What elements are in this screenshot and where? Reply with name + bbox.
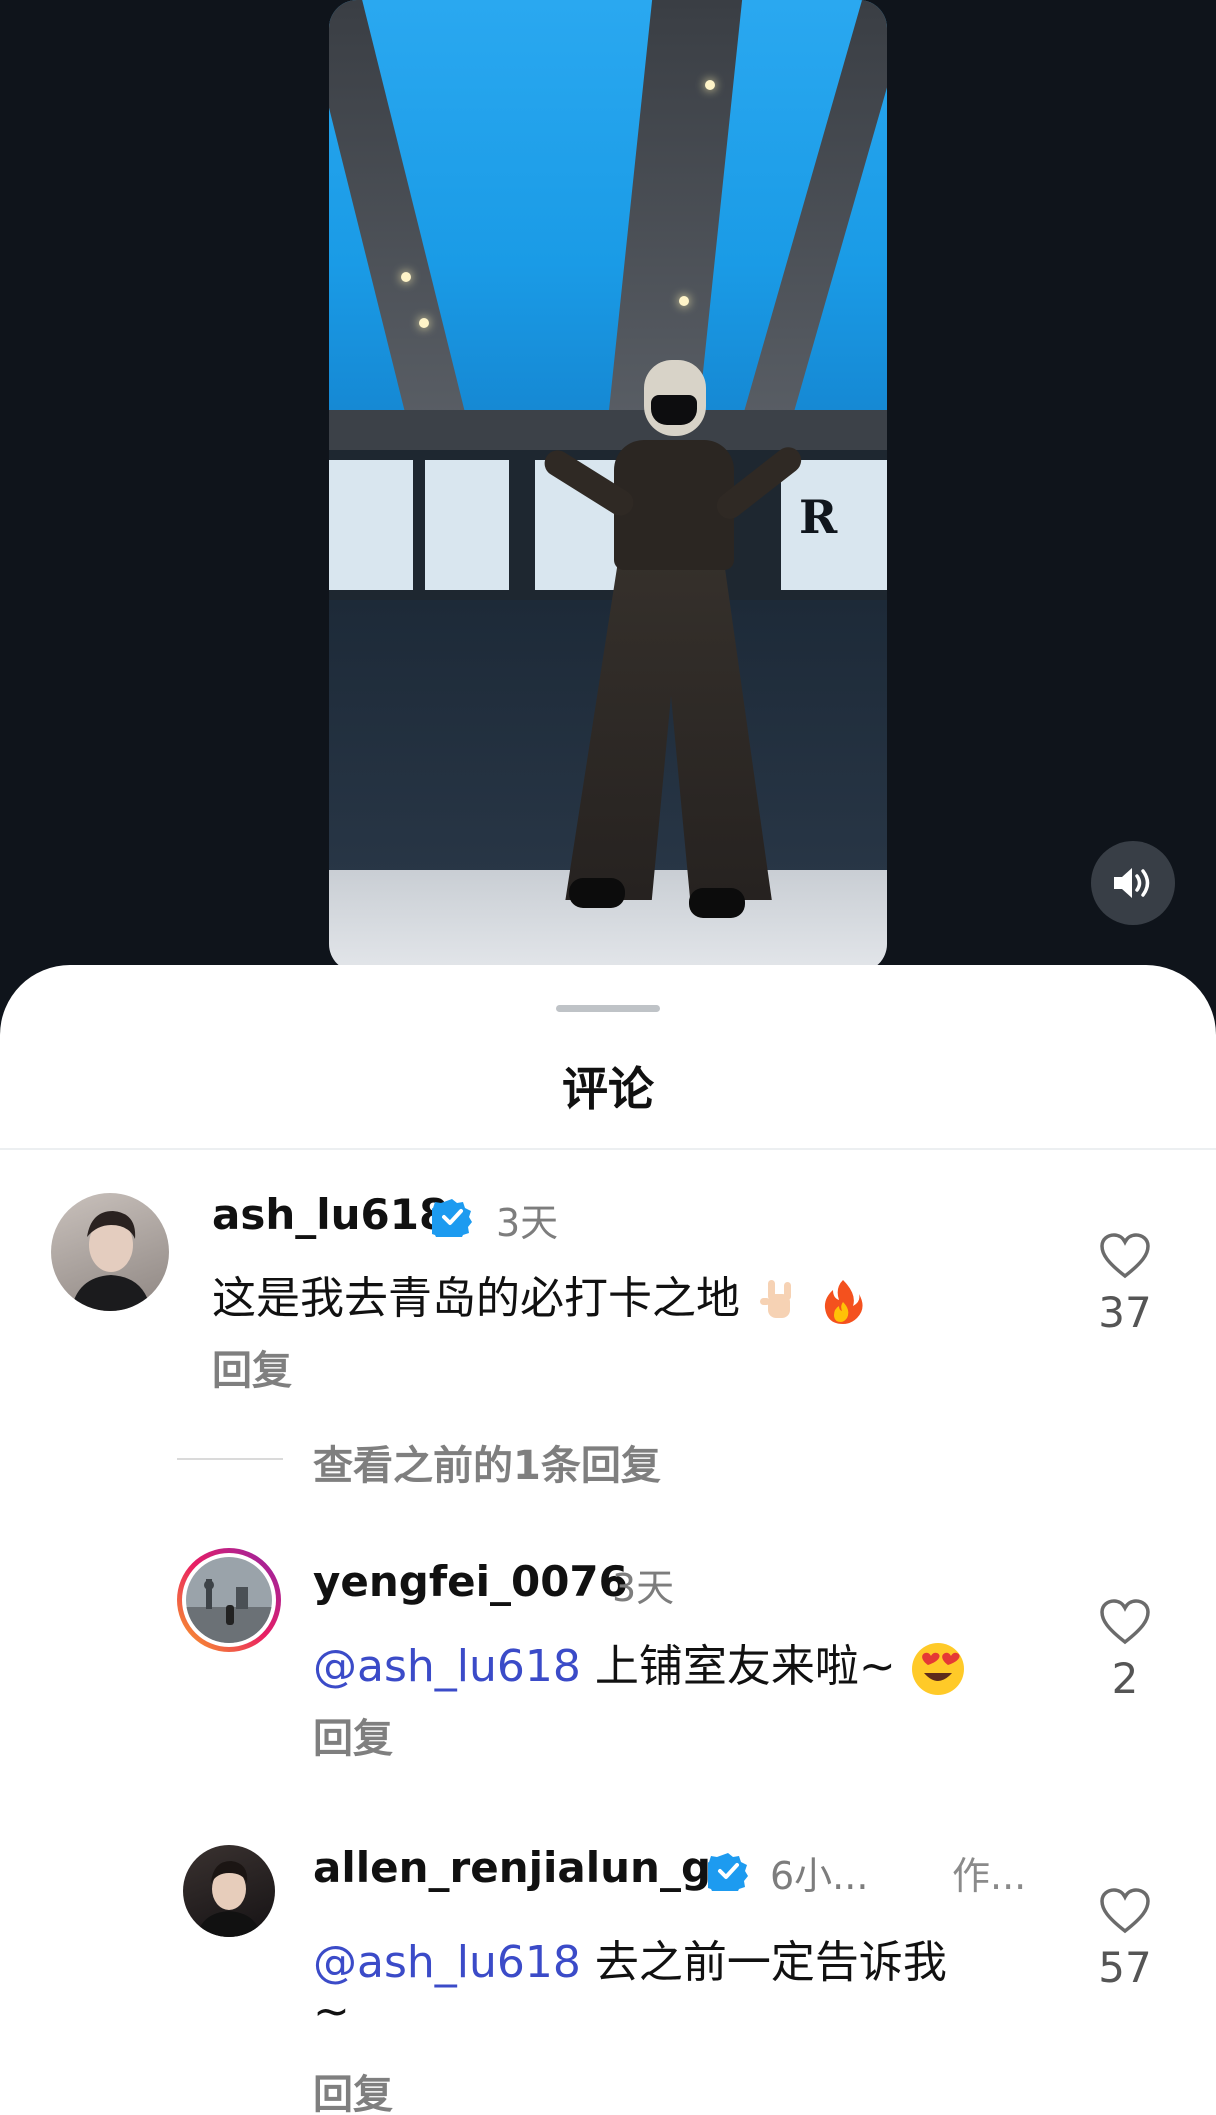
reply-text-continuation: ~ — [313, 1986, 350, 2037]
comments-sheet: 评论 ash_lu618 3天 这是我去青岛的必打卡之地 回复 37 查看之前的… — [0, 965, 1216, 2115]
comment-username[interactable]: ash_lu618 — [212, 1190, 448, 1239]
wall-logo: R — [799, 490, 838, 544]
ceiling-light — [679, 296, 689, 306]
ceiling-rail — [329, 410, 887, 450]
avatar[interactable] — [51, 1193, 169, 1311]
dancer-mask — [651, 395, 697, 425]
avatar-with-story-ring[interactable] — [177, 1548, 281, 1652]
divider — [0, 1148, 1216, 1150]
verified-badge-icon — [432, 1199, 472, 1237]
reply-username[interactable]: allen_renjialun_gc — [313, 1843, 736, 1892]
speaker-icon — [1114, 868, 1150, 898]
divider-line — [177, 1458, 283, 1460]
wall-panel — [329, 460, 413, 590]
comment-body: 这是我去青岛的必打卡之地 — [212, 1273, 740, 1324]
reply-button[interactable]: 回复 — [313, 2062, 393, 2115]
dancer-shoe — [689, 888, 745, 918]
drag-handle[interactable] — [556, 1005, 660, 1012]
comment-text: 这是我去青岛的必打卡之地 — [212, 1262, 868, 1326]
mention-link[interactable]: @ash_lu618 — [313, 1937, 581, 1988]
reply-body: 去之前一定告诉我 — [580, 1937, 947, 1988]
video-area: R — [0, 0, 1216, 980]
heart-icon — [1100, 1599, 1150, 1645]
reply-text: @ash_lu618 上铺室友来啦~ — [313, 1630, 966, 1697]
heart-icon — [1100, 1233, 1150, 1279]
mention-link[interactable]: @ash_lu618 — [313, 1641, 581, 1692]
author-tag: 作... — [952, 1854, 1027, 1898]
reply-text: @ash_lu618 去之前一定告诉我 — [313, 1926, 947, 1990]
sound-toggle-button[interactable] — [1091, 841, 1175, 925]
avatar-portrait — [71, 1211, 151, 1311]
avatar-skyline — [186, 1557, 272, 1643]
comment-time: 3天 — [496, 1201, 559, 1245]
reply-body: 上铺室友来啦~ — [580, 1641, 896, 1692]
ceiling-light — [705, 80, 715, 90]
reply-time: 3天 — [612, 1566, 675, 1610]
reply-username[interactable]: yengfei_0076 — [313, 1557, 628, 1606]
like-button[interactable]: 37 — [1080, 1232, 1170, 1337]
ceiling-light — [401, 272, 411, 282]
like-count: 57 — [1098, 1943, 1152, 1992]
verified-badge-icon — [708, 1853, 748, 1891]
reply-button[interactable]: 回复 — [313, 1706, 393, 1764]
avatar-portrait — [197, 1861, 261, 1937]
wall-panel — [425, 460, 509, 590]
like-count: 37 — [1098, 1288, 1152, 1337]
reply-time: 6小... — [770, 1854, 869, 1898]
fire-emoji-icon — [824, 1280, 863, 1324]
sheet-title: 评论 — [562, 1062, 654, 1116]
ceiling-light — [419, 318, 429, 328]
view-previous-replies-link[interactable]: 查看之前的1条回复 — [313, 1433, 661, 1491]
like-count: 2 — [1111, 1654, 1139, 1703]
rock-hand-emoji-icon — [760, 1280, 791, 1318]
like-button[interactable]: 2 — [1080, 1598, 1170, 1703]
reply-button[interactable]: 回复 — [212, 1338, 292, 1396]
heart-eyes-emoji-icon — [911, 1643, 964, 1695]
avatar[interactable] — [183, 1845, 275, 1937]
like-button[interactable]: 57 — [1080, 1887, 1170, 1992]
video-player[interactable]: R — [329, 0, 887, 972]
heart-icon — [1100, 1888, 1150, 1934]
dancer-shoe — [569, 878, 625, 908]
